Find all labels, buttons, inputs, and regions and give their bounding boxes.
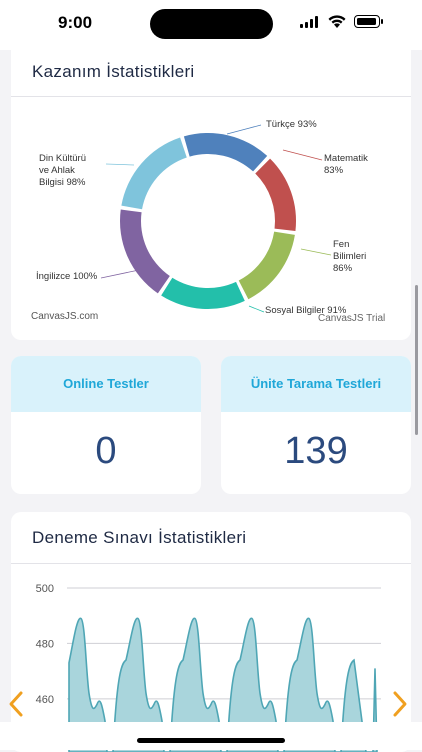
label-turkce: Türkçe 93%	[266, 119, 317, 130]
y-tick-label: 500	[36, 583, 54, 595]
leader-line	[282, 149, 323, 161]
unit-scan-tests-label: Ünite Tarama Testleri	[250, 376, 382, 391]
status-bar: 9:00	[0, 0, 422, 50]
online-tests-count: 0	[95, 430, 117, 472]
exam-area-chart: 500 480 460	[36, 583, 381, 752]
unit-scan-tests-card[interactable]: Ünite Tarama Testleri 139	[221, 356, 411, 494]
slice-ingilizce	[119, 209, 170, 294]
y-tick-label: 460	[36, 694, 54, 706]
leader-line	[105, 163, 135, 166]
leader-line	[248, 305, 265, 313]
y-tick-label: 480	[36, 638, 54, 650]
achievement-stats-card: Kazanım İstatistikleri Türkçe 93% Matema…	[11, 50, 411, 340]
slice-fen-bilimleri	[238, 231, 295, 300]
cellular-signal-icon	[300, 16, 318, 28]
battery-icon	[354, 15, 380, 28]
dynamic-island	[150, 9, 273, 39]
slice-sosyal-bilgiler	[161, 277, 245, 309]
exam-stats-card: Deneme Sınavı İstatistikleri 500 480 460	[11, 512, 411, 752]
slice-turkce	[183, 133, 268, 172]
canvasjs-trial-watermark: CanvasJS Trial	[318, 313, 386, 324]
label-matematik: Matematik 83%	[324, 153, 368, 176]
online-tests-card[interactable]: Online Testler 0	[11, 356, 201, 494]
wifi-icon	[328, 15, 346, 28]
home-indicator[interactable]	[137, 738, 285, 743]
leader-line	[100, 269, 140, 279]
unit-scan-tests-count: 139	[284, 430, 348, 472]
slice-matematik	[255, 158, 296, 231]
canvasjs-credit-link[interactable]: CanvasJS.com	[31, 311, 98, 322]
bottom-safe-area	[0, 722, 422, 750]
chevron-left-icon[interactable]	[6, 690, 26, 718]
label-ingilizce: İngilizce 100%	[36, 271, 98, 282]
online-tests-header: Online Testler	[11, 356, 201, 412]
chevron-right-icon[interactable]	[390, 690, 410, 718]
scroll-indicator[interactable]	[415, 285, 418, 435]
slice-din-kulturu	[121, 137, 187, 210]
status-time: 9:00	[58, 13, 93, 32]
leader-line	[226, 124, 262, 135]
leader-line	[300, 248, 332, 256]
unit-scan-tests-header: Ünite Tarama Testleri	[221, 356, 411, 412]
label-din-kulturu: Din Kültürü ve Ahlak Bilgisi 98%	[39, 153, 86, 188]
label-fen-bilimleri: Fen Bilimleri 86%	[333, 239, 367, 274]
online-tests-label: Online Testler	[63, 376, 149, 391]
achievement-donut-chart	[100, 124, 332, 313]
